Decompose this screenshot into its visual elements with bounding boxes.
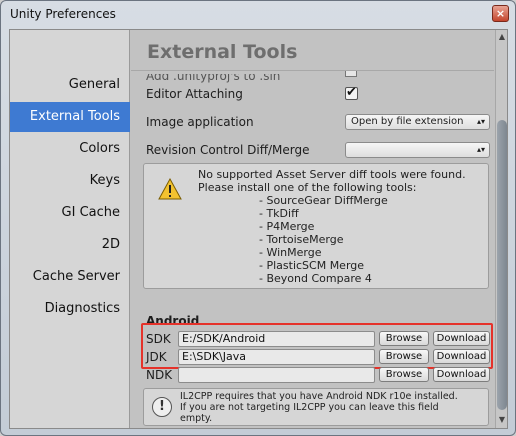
scroll-up-icon[interactable]: ▲: [497, 31, 507, 43]
title-bar[interactable]: Unity Preferences ×: [1, 1, 515, 28]
sidebar-item-colors[interactable]: Colors: [10, 134, 130, 164]
diff-tool-item: - P4Merge: [259, 220, 315, 233]
diff-tool-item: - SourceGear DiffMerge: [259, 194, 388, 207]
window-client: General External Tools Colors Keys GI Ca…: [9, 29, 508, 429]
sdk-jdk-highlight: [141, 323, 493, 369]
scroll-down-icon[interactable]: ▼: [497, 414, 507, 426]
sidebar-item-2d[interactable]: 2D: [10, 230, 130, 260]
unityproj-label: Add .unityproj's to .sln: [146, 69, 281, 83]
close-button[interactable]: ×: [492, 5, 509, 22]
preferences-window: Unity Preferences × General External Too…: [0, 0, 516, 436]
diff-tool-item: - TkDiff: [259, 207, 299, 220]
editor-attaching-checkbox[interactable]: ✔: [345, 85, 358, 100]
diff-tool-item: - PlasticSCM Merge: [259, 259, 365, 272]
dropdown-arrows-icon: ▴▾: [476, 117, 485, 126]
warning-text: No supported Asset Server diff tools wer…: [198, 168, 466, 181]
unityproj-checkbox[interactable]: [345, 71, 357, 77]
info-text: If you are not targeting IL2CPP you can …: [180, 402, 439, 413]
revision-control-label: Revision Control Diff/Merge: [146, 143, 310, 157]
diff-tool-item: - TortoiseMerge: [259, 233, 344, 246]
title-divider: [131, 70, 494, 71]
sidebar-item-general[interactable]: General: [10, 70, 130, 100]
sidebar-item-gi-cache[interactable]: GI Cache: [10, 198, 130, 228]
diff-tool-item: - WinMerge: [259, 246, 322, 259]
il2cpp-info-box: ! IL2CPP requires that you have Android …: [143, 388, 489, 426]
sidebar-item-cache-server[interactable]: Cache Server: [10, 262, 130, 292]
image-application-label: Image application: [146, 115, 254, 129]
sidebar-item-keys[interactable]: Keys: [10, 166, 130, 196]
image-application-dropdown[interactable]: Open by file extension ▴▾: [345, 114, 490, 130]
dropdown-arrows-icon: ▴▾: [476, 145, 485, 154]
revision-control-dropdown[interactable]: ▴▾: [345, 142, 490, 158]
info-text: IL2CPP requires that you have Android ND…: [180, 391, 458, 402]
info-text: empty.: [180, 413, 213, 424]
scroll-thumb[interactable]: [497, 120, 507, 410]
settings-panel: External Tools Add .unityproj's to .sln …: [131, 30, 494, 428]
page-title: External Tools: [147, 41, 298, 63]
ndk-path-field[interactable]: [178, 367, 375, 383]
sidebar: General External Tools Colors Keys GI Ca…: [10, 30, 130, 428]
warning-icon: [158, 178, 182, 200]
vertical-scrollbar[interactable]: ▲ ▼: [495, 30, 507, 428]
warning-text: Please install one of the following tool…: [198, 181, 417, 194]
ndk-label: NDK: [146, 368, 173, 382]
sidebar-item-diagnostics[interactable]: Diagnostics: [10, 294, 130, 324]
image-application-value: Open by file extension: [351, 116, 464, 127]
ndk-download-button[interactable]: Download: [433, 367, 490, 382]
ndk-browse-button[interactable]: Browse: [379, 367, 429, 382]
window-title: Unity Preferences: [10, 7, 116, 21]
diff-tool-item: - Beyond Compare 4: [259, 272, 372, 285]
info-icon: !: [152, 397, 172, 417]
checkmark-icon: ✔: [346, 85, 357, 100]
sidebar-item-external-tools[interactable]: External Tools: [10, 102, 130, 132]
editor-attaching-label: Editor Attaching: [146, 87, 243, 101]
diff-tools-warning: No supported Asset Server diff tools wer…: [143, 163, 489, 289]
